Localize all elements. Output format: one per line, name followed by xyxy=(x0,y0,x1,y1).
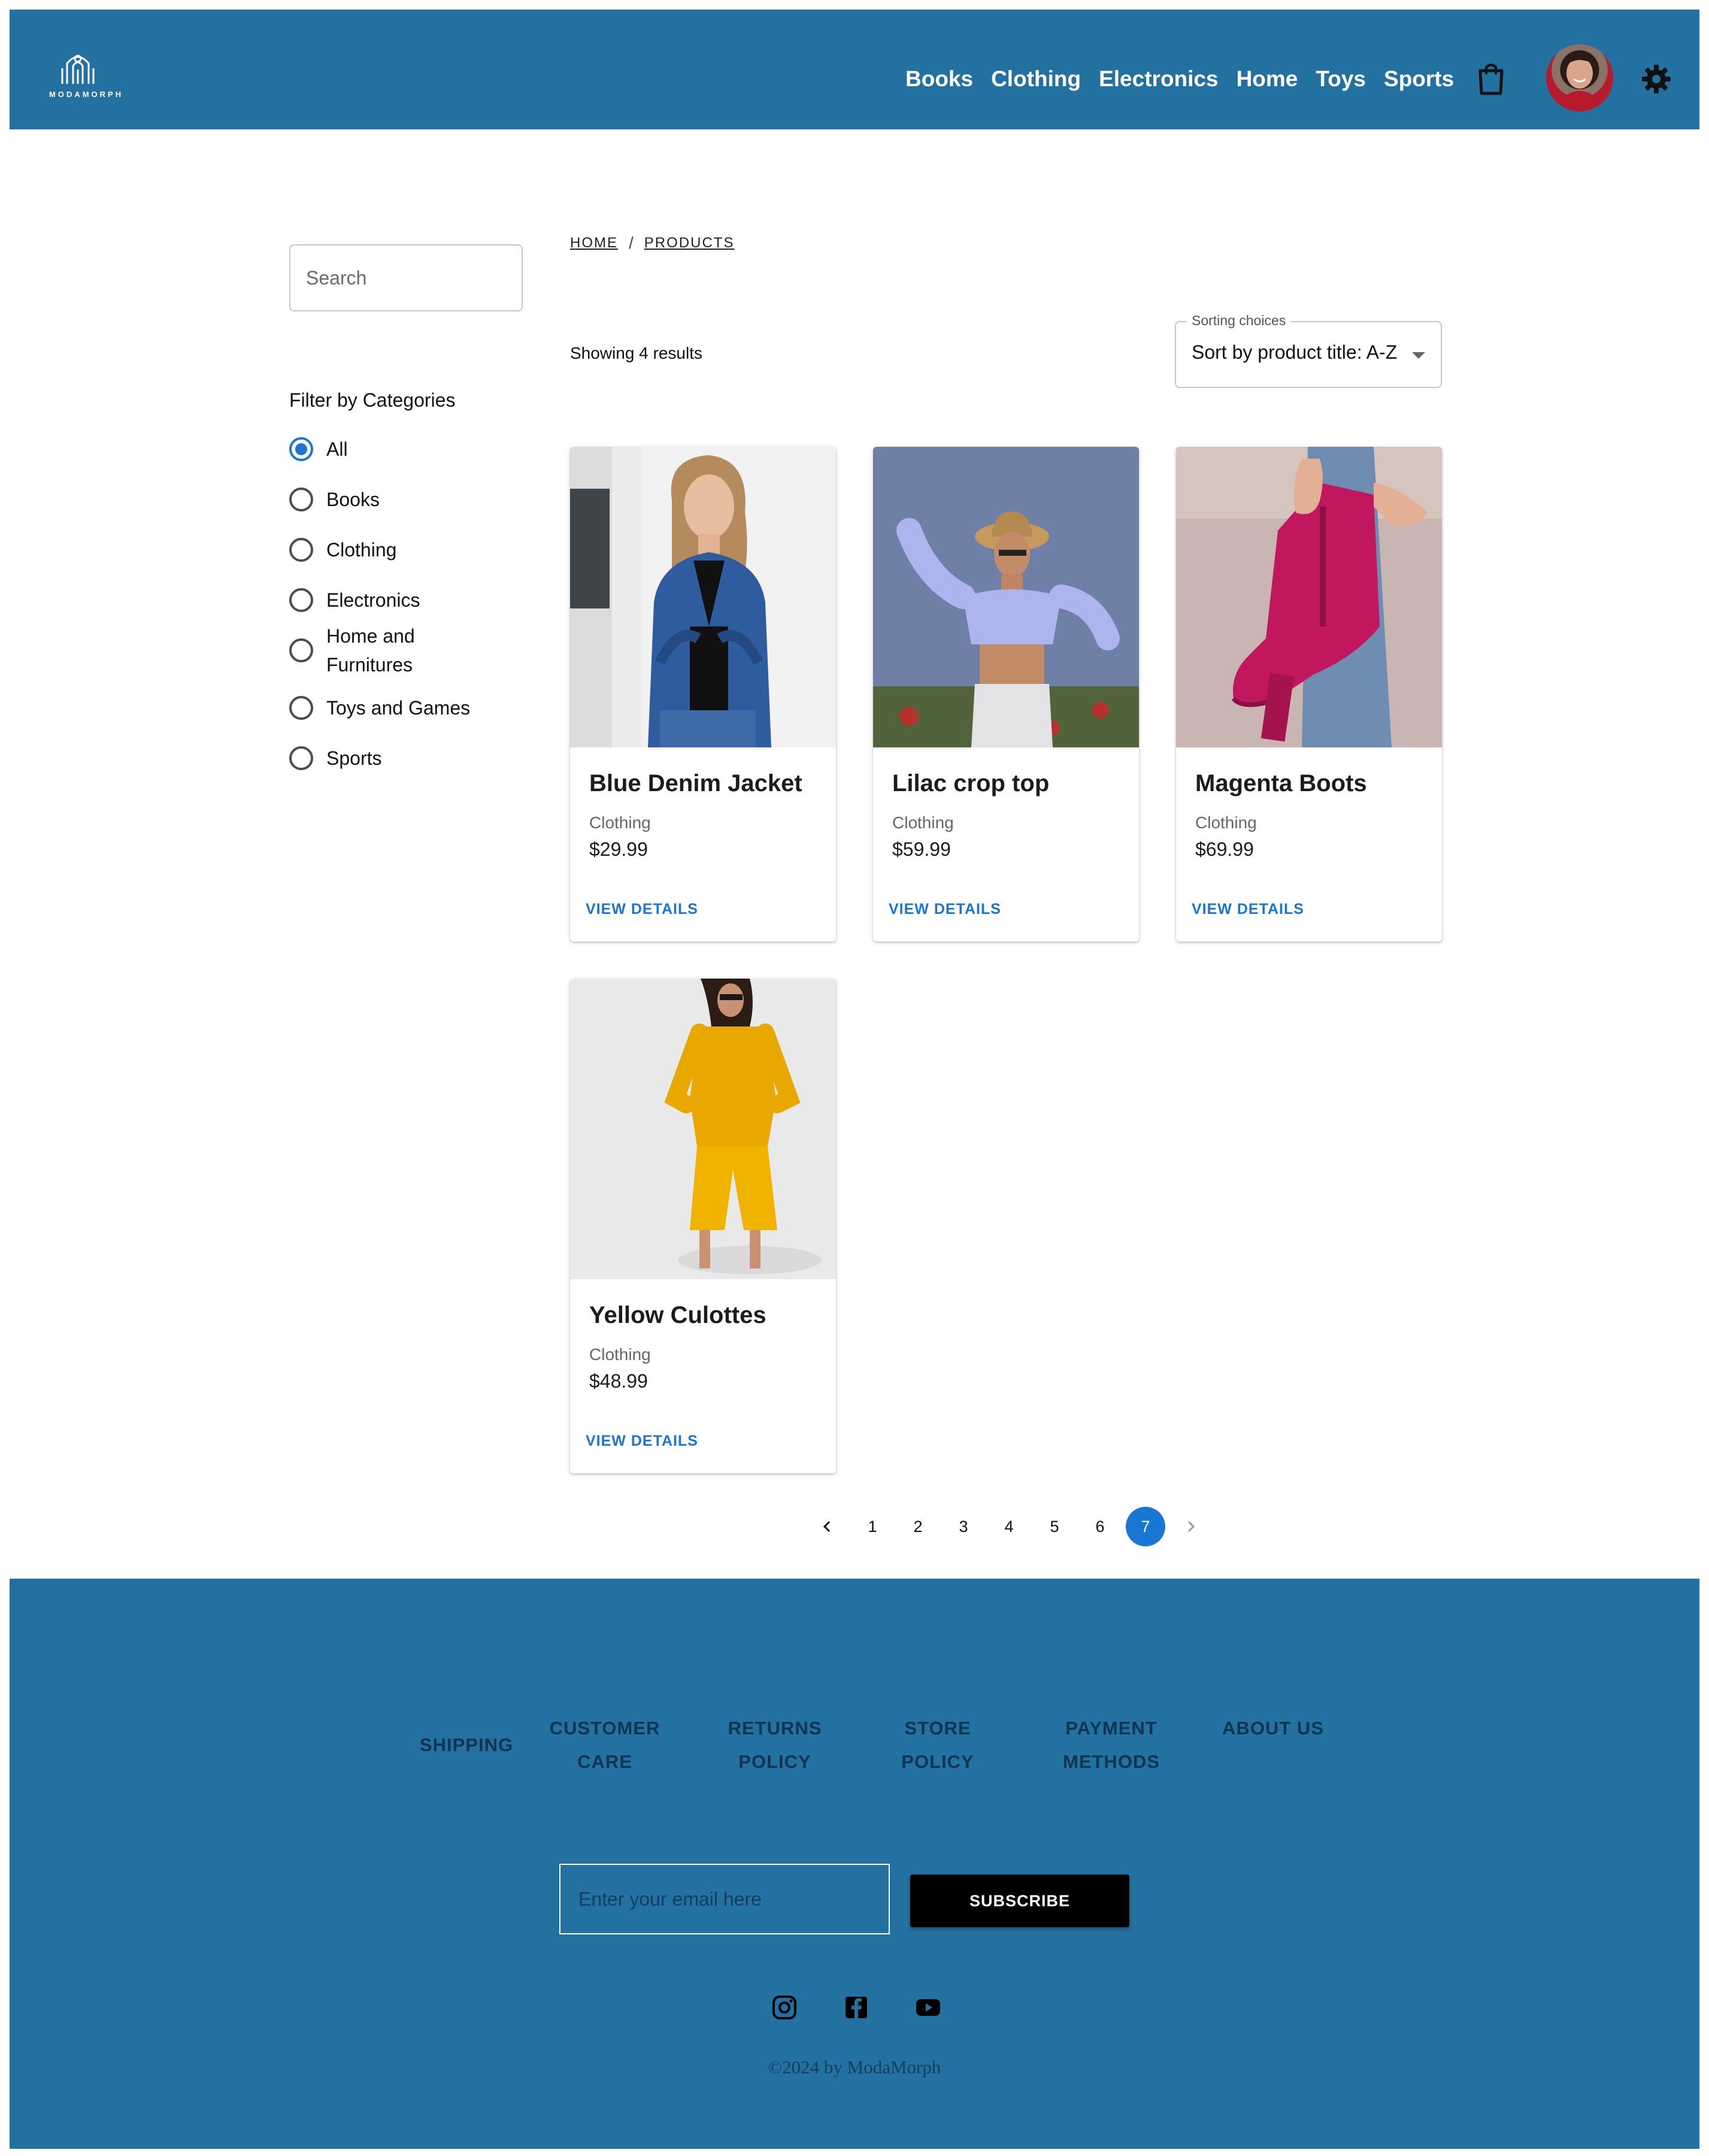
product-card[interactable]: Lilac crop top Clothing $59.99 VIEW DETA… xyxy=(873,447,1139,941)
product-image-yellow-culottes[interactable] xyxy=(570,979,836,1279)
product-price: $29.99 xyxy=(589,838,648,860)
product-category: Clothing xyxy=(892,813,954,832)
product-price: $69.99 xyxy=(1195,838,1254,860)
newsletter-email-input[interactable] xyxy=(559,1864,890,1934)
view-details-link[interactable]: VIEW DETAILS xyxy=(586,901,698,918)
category-option-all[interactable]: All xyxy=(289,435,348,464)
page-button-4[interactable]: 4 xyxy=(989,1507,1029,1546)
footer-link-shipping[interactable]: SHIPPING xyxy=(383,1728,550,1762)
copyright-text: ©2024 by ModaMorph xyxy=(768,2057,941,2078)
radio-button[interactable] xyxy=(289,487,313,511)
nav-link-home[interactable]: Home xyxy=(1237,62,1298,96)
page-button-2[interactable]: 2 xyxy=(898,1507,938,1546)
breadcrumb-home-link[interactable]: HOME xyxy=(570,235,618,252)
top-navigation-bar: MODAMORPH Books Clothing Electronics Hom… xyxy=(10,10,1699,129)
category-option-clothing[interactable]: Clothing xyxy=(289,535,396,564)
radio-button[interactable] xyxy=(289,588,313,612)
product-image-blue-denim-jacket[interactable] xyxy=(570,447,836,747)
radio-button[interactable] xyxy=(289,538,313,562)
filter-by-categories-heading: Filter by Categories xyxy=(289,389,456,411)
sort-select-value: Sort by product title: A-Z xyxy=(1192,341,1398,363)
product-card[interactable]: Yellow Culottes Clothing $48.99 VIEW DET… xyxy=(570,979,836,1473)
product-title: Magenta Boots xyxy=(1195,770,1367,797)
product-card[interactable]: Magenta Boots Clothing $69.99 VIEW DETAI… xyxy=(1176,447,1442,941)
category-nav: Books Clothing Electronics Home Toys Spo… xyxy=(905,62,1454,96)
product-title: Yellow Culottes xyxy=(589,1302,766,1328)
nav-link-books[interactable]: Books xyxy=(905,62,973,96)
footer-links: SHIPPING CUSTOMER CARE RETURNS POLICY ST… xyxy=(10,1712,1699,1783)
radio-button-checked[interactable] xyxy=(289,437,313,461)
modamorph-logo[interactable]: MODAMORPH xyxy=(49,46,124,103)
settings-icon[interactable] xyxy=(1640,62,1673,96)
shopping-bag-icon[interactable] xyxy=(1477,62,1505,96)
product-title: Blue Denim Jacket xyxy=(589,770,802,797)
chevron-left-icon xyxy=(823,1521,831,1533)
radio-button[interactable] xyxy=(289,746,313,770)
category-label: Sports xyxy=(326,747,382,769)
product-image-lilac-crop-top[interactable] xyxy=(873,447,1139,747)
page-button-6[interactable]: 6 xyxy=(1080,1507,1120,1546)
category-option-sports[interactable]: Sports xyxy=(289,744,381,773)
sort-select-label: Sorting choices xyxy=(1187,313,1291,329)
footer-link-customer-care[interactable]: CUSTOMER CARE xyxy=(533,1712,677,1779)
category-label: Clothing xyxy=(326,539,397,561)
logo-text: MODAMORPH xyxy=(49,90,124,99)
page-button-5[interactable]: 5 xyxy=(1035,1507,1074,1546)
user-avatar[interactable] xyxy=(1546,44,1613,111)
product-price: $48.99 xyxy=(589,1370,648,1392)
breadcrumb-products-link[interactable]: PRODUCTS xyxy=(644,235,735,252)
footer-link-payment-methods[interactable]: PAYMENT METHODS xyxy=(1028,1712,1195,1779)
category-label: Electronics xyxy=(326,589,420,611)
category-label: Books xyxy=(326,489,380,510)
nav-link-clothing[interactable]: Clothing xyxy=(991,62,1081,96)
site-footer: SHIPPING CUSTOMER CARE RETURNS POLICY ST… xyxy=(10,1579,1699,2149)
footer-link-store-policy[interactable]: STORE POLICY xyxy=(866,1712,1010,1779)
youtube-icon[interactable] xyxy=(914,1993,943,2022)
facebook-icon[interactable] xyxy=(842,1993,871,2022)
sort-select[interactable]: Sorting choices Sort by product title: A… xyxy=(1175,313,1442,388)
view-details-link[interactable]: VIEW DETAILS xyxy=(889,901,1001,918)
product-price: $59.99 xyxy=(892,838,951,860)
nav-link-electronics[interactable]: Electronics xyxy=(1099,62,1218,96)
dropdown-arrow-icon xyxy=(1412,352,1425,359)
radio-button[interactable] xyxy=(289,638,313,662)
category-option-home-and-furnitures[interactable]: Home and Furnitures xyxy=(289,622,434,679)
footer-link-about-us[interactable]: ABOUT US xyxy=(1219,1712,1327,1745)
nav-link-toys[interactable]: Toys xyxy=(1316,62,1366,96)
category-option-toys-and-games[interactable]: Toys and Games xyxy=(289,694,470,722)
instagram-icon[interactable] xyxy=(770,1993,799,2022)
product-title: Lilac crop top xyxy=(892,770,1050,797)
category-option-electronics[interactable]: Electronics xyxy=(289,586,420,614)
category-option-books[interactable]: Books xyxy=(289,485,380,514)
product-category: Clothing xyxy=(1195,813,1257,832)
category-label: Toys and Games xyxy=(326,697,471,719)
category-label: All xyxy=(326,438,348,460)
previous-page-button[interactable] xyxy=(807,1507,847,1546)
radio-button[interactable] xyxy=(289,696,313,720)
logo-emblem-icon xyxy=(61,54,95,84)
product-image-magenta-boots[interactable] xyxy=(1176,447,1442,747)
breadcrumb-separator: / xyxy=(629,234,634,252)
category-label: Home and Furnitures xyxy=(326,625,415,676)
subscribe-button[interactable]: SUBSCRIBE xyxy=(910,1875,1129,1927)
page-button-3[interactable]: 3 xyxy=(944,1507,983,1546)
view-details-link[interactable]: VIEW DETAILS xyxy=(586,1433,698,1450)
next-page-button[interactable] xyxy=(1171,1507,1211,1546)
view-details-link[interactable]: VIEW DETAILS xyxy=(1192,901,1304,918)
nav-link-sports[interactable]: Sports xyxy=(1384,62,1454,96)
page-button-1[interactable]: 1 xyxy=(853,1507,892,1546)
results-count: Showing 4 results xyxy=(570,344,703,362)
product-category: Clothing xyxy=(589,1345,651,1364)
footer-link-returns-policy[interactable]: RETURNS POLICY xyxy=(703,1712,847,1779)
chevron-right-icon xyxy=(1187,1521,1195,1533)
product-card[interactable]: Blue Denim Jacket Clothing $29.99 VIEW D… xyxy=(570,447,836,941)
search-input[interactable] xyxy=(289,244,523,311)
page-button-7-current[interactable]: 7 xyxy=(1126,1507,1165,1546)
product-category: Clothing xyxy=(589,813,651,832)
breadcrumb: HOME / PRODUCTS xyxy=(570,234,734,253)
